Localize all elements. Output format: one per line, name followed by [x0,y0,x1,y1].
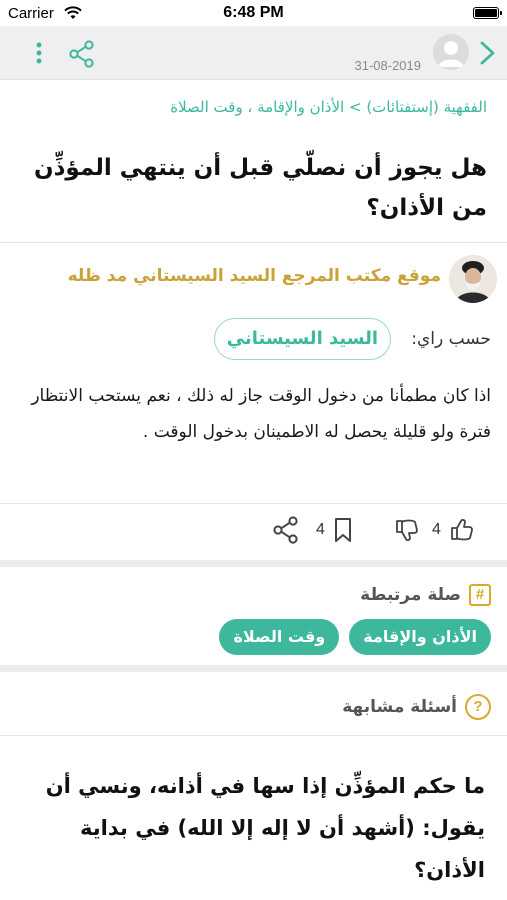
more-vertical-icon[interactable] [34,40,44,66]
status-bar: Carrier 6:48 PM [0,0,507,26]
related-title: صلة مرتبطة [360,585,461,605]
hashtag-icon: # [469,584,491,606]
breadcrumb[interactable]: الفقهية (إستفتائات) > الأذان والإقامة ، … [20,98,487,116]
bookmark-icon[interactable] [333,516,353,544]
question-mark-icon: ? [465,694,491,720]
bookmark-action[interactable]: 4 [316,510,353,550]
opinion-label: حسب راي: [411,329,491,349]
share-icon[interactable] [272,515,300,545]
thumbs-down-icon[interactable] [394,517,420,543]
related-header: # صلة مرتبطة [360,584,491,606]
navigation-bar: 31-08-2019 [0,26,507,80]
divider [0,735,507,736]
divider [0,242,507,243]
clock: 6:48 PM [223,4,284,21]
user-avatar-icon[interactable] [433,34,469,70]
similar-header: ? أسئلة مشابهة [342,694,491,720]
chevron-right-icon[interactable] [477,40,499,66]
tag-chip[interactable]: الأذان والإقامة [349,619,491,655]
similar-question-item[interactable]: ما حكم المؤذِّن إذا سها في أذانه، ونسي أ… [22,765,485,891]
thumbs-up-icon[interactable] [449,517,475,543]
author-avatar[interactable] [449,255,497,303]
likes-count: 4 [432,521,441,538]
dislike-action[interactable] [394,510,420,550]
share-icon[interactable] [68,40,96,68]
question-title: هل يجوز أن نصلّي قبل أن ينتهي المؤذِّن م… [33,155,487,221]
related-tags: الأذان والإقامة وقت الصلاة [219,619,491,655]
tag-chip[interactable]: وقت الصلاة [219,619,340,655]
opinion-source-chip[interactable]: السيد السيستاني [213,318,391,360]
answer-text: اذا كان مطمأنا من دخول الوقت جاز له ذلك … [31,386,491,442]
section-divider [0,560,507,567]
share-action[interactable] [272,510,300,550]
divider [0,503,507,504]
section-divider [0,665,507,672]
like-action[interactable]: 4 [432,510,475,550]
author-name[interactable]: موقع مكتب المرجع السيد السيستاني مد ظله [68,266,441,286]
post-date: 31-08-2019 [354,58,422,73]
action-bar: 4 4 [0,510,507,556]
bookmark-count: 4 [316,521,325,538]
similar-title: أسئلة مشابهة [342,697,457,717]
battery-icon [473,7,502,19]
